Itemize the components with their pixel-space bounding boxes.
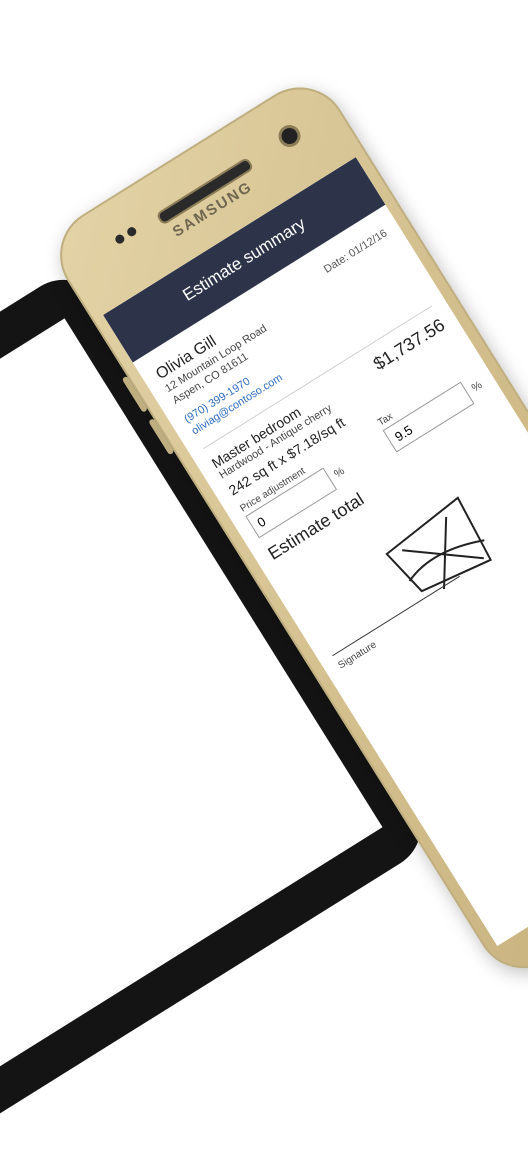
percent-label: % (469, 379, 485, 395)
sensor-icon (113, 232, 127, 246)
sensor-icon (125, 225, 138, 238)
line-item-price: $1,737.56 (369, 314, 449, 375)
percent-label: % (332, 465, 347, 481)
signature-label: Signature (336, 639, 379, 672)
signature-drawing (385, 496, 493, 593)
